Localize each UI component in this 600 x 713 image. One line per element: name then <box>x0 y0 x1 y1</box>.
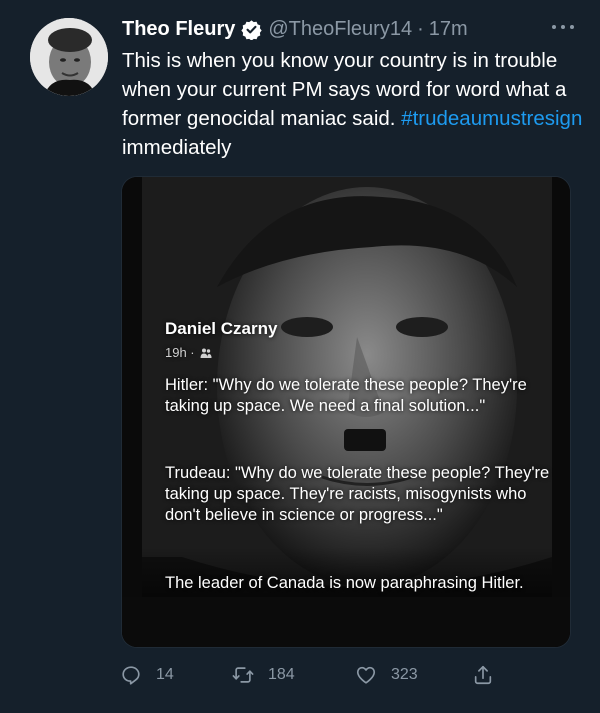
share-icon <box>474 665 492 685</box>
media-quote-hitler: Hitler: "Why do we tolerate these people… <box>165 376 527 415</box>
tweet-header: Theo Fleury @TheoFleury14 · 17m <box>122 14 468 44</box>
media-quote-conclusion: The leader of Canada is now paraphrasing… <box>165 574 524 592</box>
tweet-media[interactable]: Daniel Czarny 19h · Hitler: "Why do we t… <box>121 176 571 648</box>
tweet-actions: 14 184 323 <box>120 662 500 688</box>
tweet-tail: immediately <box>122 136 232 159</box>
more-options-icon[interactable] <box>552 16 574 38</box>
reply-count: 14 <box>156 666 174 683</box>
author-handle[interactable]: @TheoFleury14 <box>268 18 412 41</box>
verified-badge-icon <box>241 19 263 40</box>
share-button[interactable] <box>472 662 494 688</box>
reply-button[interactable]: 14 <box>120 662 174 688</box>
tweet-timestamp[interactable]: 17m <box>429 18 468 41</box>
reply-icon <box>122 666 140 685</box>
like-icon <box>356 666 376 684</box>
retweet-icon <box>232 667 254 683</box>
retweet-button[interactable]: 184 <box>232 662 295 688</box>
like-button[interactable]: 323 <box>355 662 418 688</box>
tweet[interactable]: Theo Fleury @TheoFleury14 · 17m This is … <box>0 0 600 713</box>
avatar[interactable] <box>30 18 108 96</box>
hashtag-link[interactable]: #trudeaumustresign <box>401 107 582 130</box>
avatar-image <box>30 18 108 96</box>
like-count: 323 <box>391 666 418 683</box>
media-poster-name: Daniel Czarny <box>165 319 278 338</box>
separator-dot: · <box>417 17 424 40</box>
friends-icon <box>200 348 212 358</box>
retweet-count: 184 <box>268 666 295 683</box>
media-poster-time: 19h · <box>165 345 195 360</box>
tweet-text: This is when you know your country is in… <box>122 46 592 162</box>
author-name[interactable]: Theo Fleury <box>122 18 235 41</box>
media-poster-meta: 19h · <box>165 345 212 360</box>
media-quote-trudeau: Trudeau: "Why do we tolerate these peopl… <box>165 464 550 524</box>
